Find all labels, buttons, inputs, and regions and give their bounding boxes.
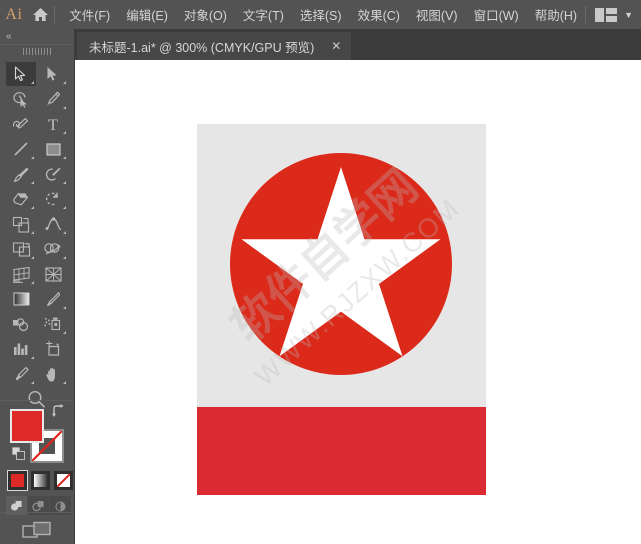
tool-flyout-indicator (63, 206, 66, 209)
swap-fill-stroke-icon[interactable] (51, 404, 65, 418)
tool-flyout-indicator (63, 381, 66, 384)
tool-flyout-indicator (31, 381, 34, 384)
free-transform-tool[interactable] (6, 237, 36, 261)
svg-text:T: T (48, 117, 58, 132)
scale-tool[interactable] (6, 212, 36, 236)
paint-mode-buttons (8, 471, 73, 490)
artboard[interactable]: 软件自学网 WWW.RJZXW.COM (197, 124, 486, 495)
tool-flyout-indicator (31, 181, 34, 184)
tool-flyout-indicator (63, 231, 66, 234)
symbol-sprayer-tool[interactable] (38, 312, 68, 336)
tool-flyout-indicator (63, 256, 66, 259)
none-mode-swatch (57, 474, 70, 487)
rectangle-tool[interactable] (38, 137, 68, 161)
slice-tool[interactable] (6, 362, 36, 386)
menu-type[interactable]: 文字(T) (235, 1, 292, 28)
menu-divider (54, 6, 55, 23)
line-segment-tool[interactable] (6, 137, 36, 161)
tool-flyout-indicator (31, 156, 34, 159)
menu-object[interactable]: 对象(O) (176, 1, 235, 28)
tool-flyout-indicator (63, 106, 66, 109)
tool-flyout-indicator (31, 206, 34, 209)
blend-tool[interactable] (6, 312, 36, 336)
close-icon[interactable]: ✕ (327, 38, 345, 54)
tool-flyout-indicator (63, 131, 66, 134)
default-fill-stroke-icon[interactable] (12, 447, 25, 460)
eraser-tool[interactable] (6, 187, 36, 211)
document-canvas[interactable]: 软件自学网 WWW.RJZXW.COM (75, 60, 641, 544)
menu-effect[interactable]: 效果(C) (350, 1, 408, 28)
rotate-tool[interactable] (38, 187, 68, 211)
menubar-right-group: ▼ (585, 6, 641, 23)
color-mode-swatch (11, 474, 24, 487)
hand-tool[interactable] (38, 362, 68, 386)
workspace-switcher-icon[interactable] (595, 8, 617, 22)
tool-flyout-indicator (63, 331, 66, 334)
perspective-grid-tool[interactable] (6, 262, 36, 286)
gradient-mode-swatch (34, 474, 47, 487)
none-mode-button[interactable] (54, 471, 73, 490)
document-tab-bar: 未标题-1.ai* @ 300% (CMYK/GPU 预览) ✕ (75, 29, 641, 60)
tool-flyout-indicator (31, 256, 34, 259)
tool-flyout-indicator (31, 81, 34, 84)
paintbrush-tool[interactable] (6, 162, 36, 186)
artwork (197, 124, 486, 495)
curvature-tool[interactable] (6, 112, 36, 136)
illustrator-window: Ai 文件(F) 编辑(E) 对象(O) 文字(T) 选择(S) 效果(C) 视… (0, 0, 641, 544)
menu-window[interactable]: 窗口(W) (466, 1, 527, 28)
color-controls (0, 400, 74, 544)
tool-flyout-indicator (63, 181, 66, 184)
eyedropper-tool[interactable] (38, 287, 68, 311)
tool-flyout-indicator (31, 356, 34, 359)
tool-flyout-indicator (31, 281, 34, 284)
menu-file[interactable]: 文件(F) (61, 1, 118, 28)
pen-tool[interactable] (38, 87, 68, 111)
tool-flyout-indicator (63, 81, 66, 84)
mesh-tool[interactable] (38, 262, 68, 286)
tool-flyout-indicator (63, 156, 66, 159)
drag-handle-dots (23, 48, 51, 55)
tool-flyout-indicator (31, 231, 34, 234)
artboard-tool[interactable] (38, 337, 68, 361)
chevron-down-icon[interactable]: ▼ (624, 10, 633, 20)
tools-panel-header: « (0, 29, 74, 44)
type-tool[interactable]: T (38, 112, 68, 136)
menu-view[interactable]: 视图(V) (408, 1, 466, 28)
color-mode-button[interactable] (8, 471, 27, 490)
shaper-tool[interactable] (38, 162, 68, 186)
fill-stroke-indicator (10, 409, 64, 463)
column-graph-tool[interactable] (6, 337, 36, 361)
red-rectangle-shape[interactable] (197, 407, 486, 495)
menubar-right-divider (585, 6, 586, 23)
document-tab-label: 未标题-1.ai* @ 300% (CMYK/GPU 预览) (89, 37, 314, 56)
width-tool[interactable] (38, 212, 68, 236)
tools-panel: « (0, 29, 75, 544)
gradient-tool[interactable] (6, 287, 36, 311)
tools-grid: T (0, 62, 74, 411)
change-screen-mode-button[interactable] (0, 512, 74, 540)
selection-tool[interactable] (6, 62, 36, 86)
shape-builder-tool[interactable] (38, 237, 68, 261)
home-icon[interactable] (28, 0, 53, 29)
menu-help[interactable]: 帮助(H) (527, 1, 585, 28)
menu-edit[interactable]: 编辑(E) (118, 1, 176, 28)
magic-wand-tool[interactable] (6, 87, 36, 111)
tools-panel-drag-handle[interactable] (0, 44, 74, 58)
tool-flyout-indicator (63, 306, 66, 309)
document-tab[interactable]: 未标题-1.ai* @ 300% (CMYK/GPU 预览) ✕ (77, 32, 351, 60)
menu-item-list: 文件(F) 编辑(E) 对象(O) 文字(T) 选择(S) 效果(C) 视图(V… (61, 1, 585, 28)
fill-swatch[interactable] (10, 409, 44, 443)
menu-select[interactable]: 选择(S) (292, 1, 350, 28)
direct-selection-tool[interactable] (38, 62, 68, 86)
collapse-panel-icon[interactable]: « (6, 31, 11, 42)
menu-bar: Ai 文件(F) 编辑(E) 对象(O) 文字(T) 选择(S) 效果(C) 视… (0, 0, 641, 29)
app-logo: Ai (0, 0, 28, 29)
gradient-mode-button[interactable] (31, 471, 50, 490)
